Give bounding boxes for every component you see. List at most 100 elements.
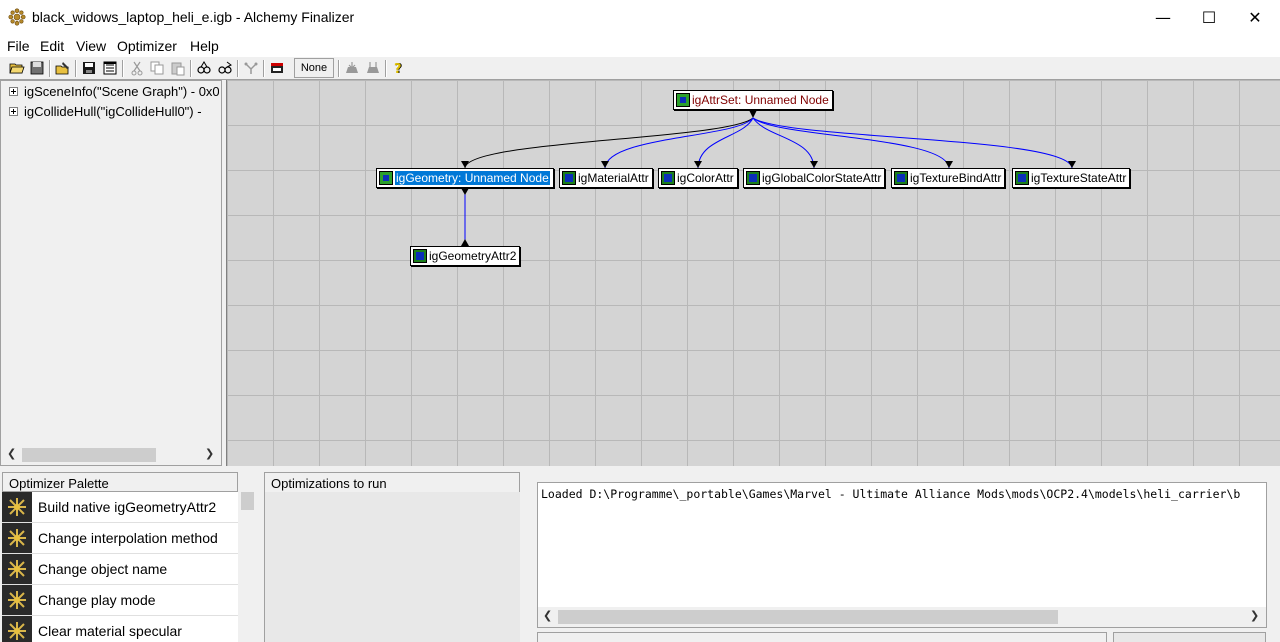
close-button[interactable]: ✕ [1232, 0, 1278, 34]
graph-node-globalcolorstate-attr[interactable]: igGlobalColorStateAttr [743, 168, 886, 188]
properties-icon[interactable] [101, 59, 119, 77]
log-text: Loaded D:\Programme\_portable\Games\Marv… [541, 487, 1241, 501]
scroll-left-icon[interactable]: ❮ [7, 447, 16, 460]
edge-arrowhead [694, 161, 702, 168]
node-label: igColorAttr [677, 171, 734, 185]
status-field [537, 632, 1107, 642]
edge-arrowhead [461, 239, 469, 246]
paste-icon[interactable] [169, 59, 187, 77]
scroll-right-icon[interactable]: ❯ [1250, 609, 1259, 622]
list-item[interactable]: Build native igGeometryAttr2 [2, 492, 238, 523]
list-item[interactable]: Change play mode [2, 585, 238, 616]
minimize-icon: — [1155, 7, 1171, 27]
copy-icon[interactable] [148, 59, 166, 77]
menu-help[interactable]: Help [190, 38, 219, 54]
output-log[interactable]: Loaded D:\Programme\_portable\Games\Marv… [537, 482, 1267, 628]
panel-title: Optimizations to run [271, 476, 387, 491]
toolbar-separator [122, 60, 124, 77]
save-icon[interactable] [28, 59, 46, 77]
none-button-label: None [300, 62, 328, 74]
graph-node-texturebind-attr[interactable]: igTextureBindAttr [891, 168, 1006, 188]
node-blue-icon [746, 171, 760, 185]
palette-vertical-scrollbar[interactable] [239, 490, 256, 642]
title-bar: black_widows_laptop_heli_e.igb - Alchemy… [0, 0, 1280, 34]
scrollbar-thumb[interactable] [22, 448, 156, 462]
edge-arrowhead [1068, 161, 1076, 168]
tree-item-label: igCollideHull("igCollideHull0") - [24, 104, 202, 119]
toolbar-separator [49, 60, 51, 77]
none-button[interactable]: None [294, 58, 334, 78]
svg-text:?: ? [394, 62, 402, 76]
optimizer-icon [2, 616, 32, 642]
minimize-button[interactable]: — [1140, 0, 1186, 34]
graph-node-material-attr[interactable]: igMaterialAttr [559, 168, 653, 188]
close-icon: ✕ [1248, 7, 1262, 27]
graph-node-texturestate-attr[interactable]: igTextureStateAttr [1012, 168, 1131, 188]
graph-node-geometry[interactable]: igGeometry: Unnamed Node [376, 168, 554, 188]
scene-graph-canvas[interactable]: igAttrSet: Unnamed Node igGeometry: Unna… [226, 80, 1280, 466]
palette-item-label: Clear material specular [38, 623, 182, 639]
edit-icon[interactable] [54, 59, 72, 77]
toolbar-separator [338, 60, 340, 77]
toolbar-separator [237, 60, 239, 77]
palette-item-label: Change play mode [38, 592, 156, 608]
cut-icon[interactable] [128, 59, 146, 77]
find-next-icon[interactable] [216, 59, 234, 77]
optimizer-icon [2, 554, 32, 584]
menu-edit[interactable]: Edit [40, 38, 64, 54]
edge-root-texturebind [752, 117, 950, 169]
menu-optimizer[interactable]: Optimizer [117, 38, 177, 54]
graph-node-geometry-attr2[interactable]: igGeometryAttr2 [410, 246, 521, 266]
edge-root-geometry [464, 117, 754, 169]
edge-root-texturestate [752, 117, 1073, 169]
node-blue-icon [413, 249, 427, 263]
node-label: igGlobalColorStateAttr [762, 171, 882, 185]
scrollbar-thumb[interactable] [241, 492, 254, 510]
graph-node-color-attr[interactable]: igColorAttr [658, 168, 738, 188]
node-blue-icon [1015, 171, 1029, 185]
menu-view[interactable]: View [76, 38, 106, 54]
edge-arrowhead [810, 161, 818, 168]
film-icon[interactable] [268, 59, 286, 77]
optimizations-to-run-list[interactable] [264, 492, 520, 642]
run-all-icon[interactable] [364, 59, 382, 77]
edge-arrowhead [461, 188, 469, 195]
expand-icon[interactable] [9, 87, 18, 96]
palette-item-label: Change object name [38, 561, 168, 577]
node-green-icon [379, 171, 393, 185]
menu-file[interactable]: File [7, 38, 30, 54]
tree-item[interactable]: igCollideHull("igCollideHull0") - [9, 104, 219, 122]
help-icon[interactable]: ?? [390, 59, 408, 77]
find-icon[interactable] [195, 59, 213, 77]
list-item[interactable]: Clear material specular [2, 616, 238, 642]
scroll-right-icon[interactable]: ❯ [205, 447, 214, 460]
graph-node-attrset[interactable]: igAttrSet: Unnamed Node [673, 90, 833, 110]
edge-arrowhead [945, 161, 953, 168]
scroll-left-icon[interactable]: ❮ [543, 609, 552, 622]
tree-item[interactable]: igSceneInfo("Scene Graph") - 0x0 [9, 84, 219, 102]
toolbar-separator [190, 60, 192, 77]
edge-root-globalcolorstate [752, 117, 815, 169]
scrollbar-thumb[interactable] [558, 610, 1058, 624]
tree-horizontal-scrollbar[interactable]: ❮ ❯ [1, 445, 221, 465]
node-label: igGeometryAttr2 [429, 249, 517, 263]
optimizer-palette-list[interactable]: Build native igGeometryAttr2 Change inte… [2, 492, 238, 642]
open-icon[interactable] [8, 59, 26, 77]
tree-item-label: igSceneInfo("Scene Graph") - 0x0 [24, 84, 219, 99]
run-icon[interactable] [343, 59, 361, 77]
expand-icon[interactable] [9, 107, 18, 116]
node-label: igTextureBindAttr [910, 171, 1002, 185]
optimizer-icon [2, 492, 32, 522]
log-horizontal-scrollbar[interactable]: ❮ ❯ [538, 607, 1266, 627]
panel-title: Optimizer Palette [9, 476, 109, 491]
save-disk-icon[interactable] [80, 59, 98, 77]
toolbar-separator [385, 60, 387, 77]
scene-tree[interactable]: igSceneInfo("Scene Graph") - 0x0 igColli… [0, 80, 222, 466]
list-item[interactable]: Change object name [2, 554, 238, 585]
toolbar-separator [263, 60, 265, 77]
maximize-button[interactable]: ☐ [1186, 0, 1232, 34]
list-item[interactable]: Change interpolation method [2, 523, 238, 554]
bottom-button[interactable] [1113, 632, 1266, 642]
optimize-icon[interactable] [242, 59, 260, 77]
menu-bar: File Edit View Optimizer Help [0, 34, 1280, 56]
